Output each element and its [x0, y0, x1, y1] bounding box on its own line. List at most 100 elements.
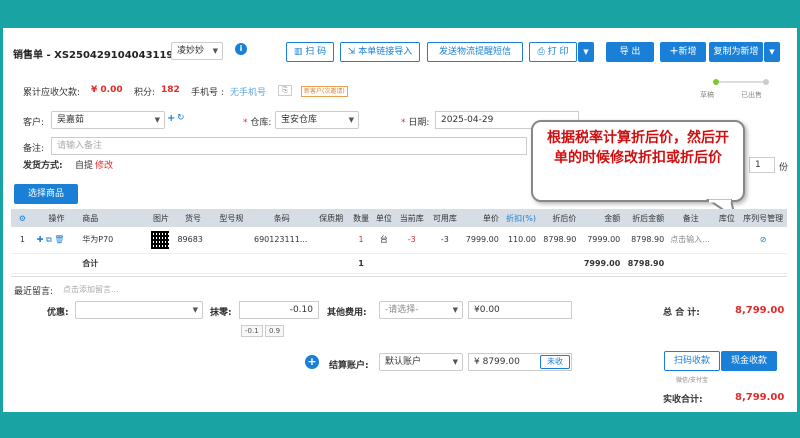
cell-discount[interactable]: 110.00 [501, 227, 539, 254]
col-header: 条码 [250, 209, 313, 227]
cell-location [714, 227, 740, 254]
copy-row-icon[interactable]: ⧉ [46, 235, 52, 244]
user-select[interactable]: 凌妙妙 ▼ [171, 42, 223, 60]
print-button[interactable]: ⎙ 打 印 [529, 42, 577, 62]
export-button[interactable]: 导 出 [606, 42, 654, 62]
sms-button-label: 发送物流提醒短信 [438, 47, 511, 57]
customer-select[interactable]: 吴嘉茹 ▼ [51, 111, 165, 129]
cell-model [211, 227, 251, 254]
col-header: 单位 [372, 209, 396, 227]
cash-pay-button[interactable]: 现金收款 [721, 351, 777, 371]
last-message-input[interactable]: 点击添加留言... [63, 284, 119, 295]
info-icon[interactable]: i [235, 43, 247, 55]
barcode-icon: ▥ [293, 47, 303, 57]
total-blank [501, 253, 539, 274]
copy-new-dropdown[interactable]: ▼ [764, 42, 780, 62]
rounding-tick[interactable]: 0.9 [265, 325, 285, 337]
print-dropdown[interactable]: ▼ [578, 42, 594, 62]
total-blank [250, 253, 313, 274]
col-header: 可用库 [428, 209, 462, 227]
other-fee-select[interactable]: -请选择- ▼ [379, 301, 463, 319]
annotation-text: 根据税率计算折后价，然后开单的时候修改折扣或折后价 [547, 130, 729, 166]
sales-order-panel: 销售单 - XS2504291040431199 - 凌妙妙 ▼ i ▥ 扫 码… [0, 28, 800, 412]
discount-select[interactable]: ▼ [75, 301, 203, 319]
total-blank [33, 253, 80, 274]
col-header: 库位 [714, 209, 740, 227]
rounding-value: -0.10 [289, 305, 313, 315]
scan-button[interactable]: ▥ 扫 码 [286, 42, 334, 62]
remark-input[interactable]: 请输入备注 [51, 137, 527, 155]
cell-barcode: 690123111... [250, 227, 313, 254]
debt-label: 累计应收欠款: [23, 88, 81, 98]
step-label-draft: 草稿 [700, 91, 714, 99]
other-fee-input[interactable]: ¥0.00 [468, 301, 572, 319]
rounding-input[interactable]: -0.10 [239, 301, 319, 319]
ship-modify-link[interactable]: 修改 [95, 158, 113, 171]
rounding-label: 抹零: [210, 308, 232, 318]
warehouse-select[interactable]: 宝安仓库 ▼ [275, 111, 359, 129]
copies-input[interactable]: 1 [749, 157, 775, 173]
import-icon: ⇲ [347, 47, 356, 57]
rounding-tick[interactable]: -0.1 [241, 325, 263, 337]
select-product-button[interactable]: 选择商品 [14, 184, 78, 204]
chevron-down-icon: ▼ [348, 116, 354, 124]
add-account-icon[interactable]: + [305, 355, 319, 369]
new-customer-badge: 新客户(次邀请) [301, 86, 348, 97]
date-label-text: 日期: [408, 118, 430, 128]
chevron-down-icon: ▼ [192, 306, 198, 314]
refresh-icon[interactable]: ↻ [177, 113, 185, 123]
other-fee-value: ¥0.00 [474, 305, 500, 315]
chevron-down-icon: ▼ [452, 358, 458, 366]
cell-product[interactable]: 华为P70 [79, 227, 148, 254]
delete-row-icon[interactable]: 🗑 [54, 235, 64, 244]
step-dot-draft [713, 79, 719, 85]
divider [11, 276, 787, 277]
warehouse-select-value: 宝安仓库 [281, 115, 318, 125]
step-line [715, 81, 767, 83]
chevron-down-icon: ▼ [452, 306, 458, 314]
pay-note: 微信/支付宝 [676, 377, 709, 384]
table-row[interactable]: 1 ✚ ⧉ 🗑 华为P70 89683 690123111... 1 台 -3 … [11, 227, 787, 254]
cell-price[interactable]: 7999.00 [461, 227, 502, 254]
cell-discounted-price[interactable]: 8798.90 [538, 227, 580, 254]
printer-icon: ⎙ [537, 47, 545, 57]
cell-remark[interactable]: 点击输入... [667, 227, 715, 254]
customer-select-value: 吴嘉茹 [57, 115, 85, 125]
copy-icon[interactable]: ⎘ [278, 85, 292, 96]
col-header: 当前库 [395, 209, 429, 227]
col-header: 单价 [461, 209, 502, 227]
import-button[interactable]: ⇲ 本单链接导入 [340, 42, 420, 62]
warehouse-label-text: 仓库: [250, 118, 272, 128]
scan-pay-button[interactable]: 扫码收款 [664, 351, 720, 371]
total-blank [428, 253, 462, 274]
total-qty: 1 [349, 253, 373, 274]
page-title: 销售单 - XS2504291040431199 - [13, 50, 188, 61]
ship-label: 发货方式: [23, 161, 63, 171]
copy-new-button[interactable]: 复制为新增 [709, 42, 763, 62]
unpaid-button[interactable]: 未收 [540, 355, 570, 369]
export-button-label: 导 出 [619, 47, 641, 57]
total-blank [538, 253, 580, 274]
add-row-icon[interactable]: ✚ [37, 235, 44, 244]
phone-label: 手机号 : [191, 88, 224, 98]
row-index: 1 [11, 227, 34, 254]
sms-button[interactable]: 发送物流提醒短信 [427, 42, 523, 62]
discount-label: 优惠: [47, 308, 69, 318]
total-blank [211, 253, 251, 274]
col-header: 图片 [147, 209, 175, 227]
cell-unit: 台 [372, 227, 396, 254]
settings-icon[interactable]: ⚙ [11, 209, 34, 227]
col-header: 型号规 [211, 209, 251, 227]
cell-available-stock: -3 [428, 227, 462, 254]
total-blank [11, 253, 34, 274]
serial-manage-icon[interactable]: ⊘ [739, 227, 787, 254]
total-blank [147, 253, 175, 274]
chevron-down-icon: ▼ [769, 48, 775, 56]
cell-qty[interactable]: 1 [349, 227, 373, 254]
chevron-down-icon: ▼ [583, 48, 589, 56]
add-customer-icon[interactable]: + [167, 113, 175, 124]
account-select[interactable]: 默认账户 ▼ [379, 353, 463, 371]
step-label-sold: 已出售 [741, 91, 762, 99]
new-button[interactable]: ＋新增 [660, 42, 706, 62]
col-header: 货号 [174, 209, 212, 227]
